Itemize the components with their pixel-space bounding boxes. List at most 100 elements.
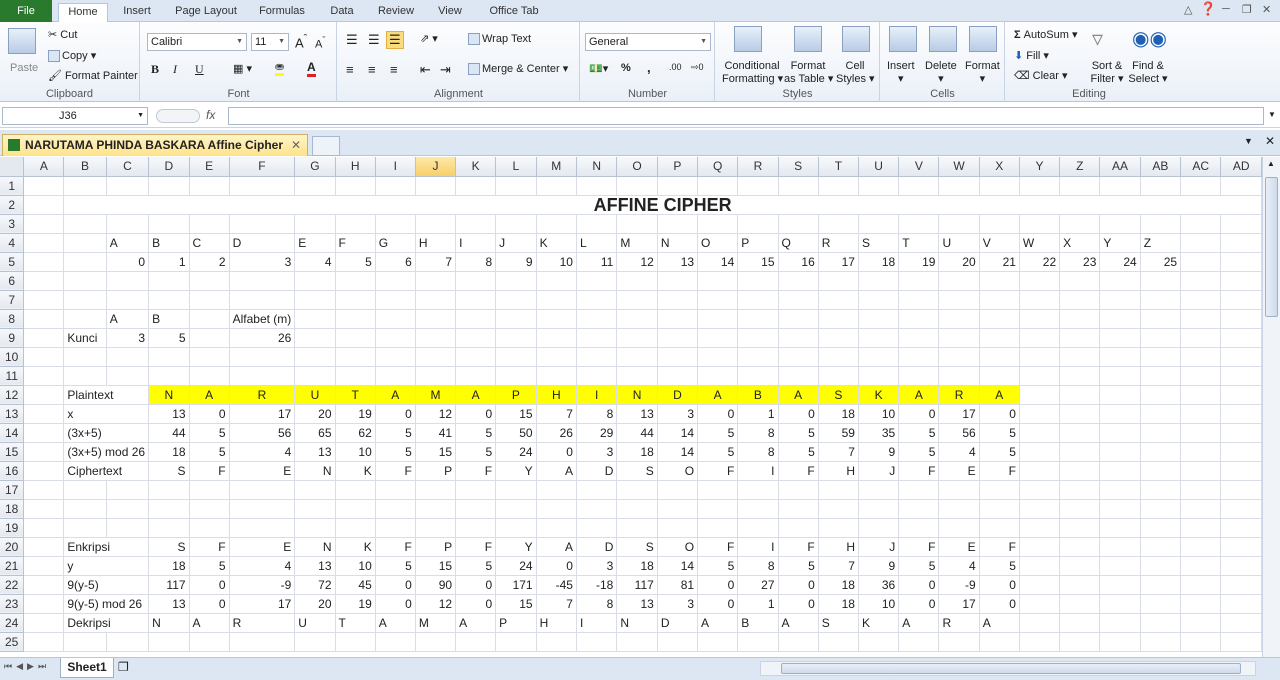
cell[interactable] — [106, 366, 150, 386]
cell[interactable] — [1180, 537, 1222, 557]
cell[interactable] — [818, 309, 859, 329]
cell[interactable] — [335, 366, 376, 386]
cell[interactable] — [858, 632, 900, 652]
cell[interactable] — [1180, 632, 1222, 652]
column-header[interactable]: U — [858, 157, 900, 177]
cell[interactable] — [536, 632, 577, 652]
cell[interactable]: I — [576, 385, 618, 405]
column-header[interactable]: K — [455, 157, 497, 177]
column-header[interactable]: J — [415, 157, 457, 177]
cell[interactable] — [1019, 404, 1061, 424]
cell[interactable]: A — [979, 613, 1020, 633]
cell[interactable]: 17 — [938, 594, 980, 614]
cell[interactable]: 56 — [229, 423, 296, 443]
cell[interactable] — [23, 233, 65, 253]
cell[interactable]: 23 — [1059, 252, 1101, 272]
cell[interactable] — [1220, 328, 1262, 348]
cell[interactable]: 0 — [375, 594, 416, 614]
cell[interactable]: 5 — [455, 423, 497, 443]
cell[interactable]: 5 — [898, 556, 940, 576]
column-header[interactable]: AD — [1220, 157, 1262, 177]
cell[interactable] — [737, 347, 779, 367]
cell[interactable] — [415, 309, 457, 329]
cell[interactable] — [1059, 632, 1101, 652]
cell[interactable] — [898, 632, 940, 652]
insert-button[interactable]: Insert ▾ — [887, 60, 915, 85]
cell[interactable] — [576, 214, 618, 234]
cell[interactable] — [1220, 632, 1262, 652]
cell[interactable]: 19 — [335, 594, 376, 614]
cell[interactable] — [1019, 309, 1061, 329]
column-header[interactable]: C — [106, 157, 150, 177]
cell[interactable] — [148, 518, 190, 538]
cell[interactable] — [1140, 537, 1182, 557]
cell[interactable]: 5 — [778, 423, 819, 443]
cell[interactable]: 3 — [576, 442, 618, 462]
cell[interactable] — [616, 480, 658, 500]
scroll-up-icon[interactable]: ▲ — [1267, 159, 1275, 168]
cell[interactable] — [616, 214, 658, 234]
cell[interactable]: Dekripsi — [63, 613, 150, 633]
cell[interactable]: J — [858, 537, 900, 557]
cell[interactable] — [1099, 366, 1141, 386]
insert-sheet-icon[interactable]: ❐ — [118, 660, 129, 674]
cell[interactable] — [576, 347, 618, 367]
cell[interactable]: F — [335, 233, 376, 253]
column-header[interactable]: A — [23, 157, 65, 177]
cell[interactable] — [335, 518, 376, 538]
tab-office-tab[interactable]: Office Tab — [480, 3, 548, 22]
cell[interactable]: D — [657, 613, 699, 633]
cell[interactable] — [1140, 594, 1182, 614]
cell[interactable] — [1220, 404, 1262, 424]
cell[interactable] — [737, 518, 779, 538]
cell[interactable]: S — [616, 461, 658, 481]
cell[interactable] — [778, 176, 819, 196]
expand-formula-icon[interactable]: ▼ — [1268, 110, 1276, 119]
cell[interactable] — [1220, 214, 1262, 234]
cell[interactable]: 5 — [189, 442, 230, 462]
cell[interactable] — [23, 347, 65, 367]
cell[interactable] — [294, 214, 336, 234]
cell[interactable]: 7 — [536, 594, 577, 614]
cell[interactable] — [455, 499, 497, 519]
cell[interactable] — [737, 328, 779, 348]
name-box[interactable]: J36 ▼ — [2, 107, 148, 125]
cell[interactable] — [1140, 404, 1182, 424]
cell[interactable] — [536, 176, 577, 196]
delete-button[interactable]: Delete ▾ — [925, 60, 957, 85]
cell[interactable]: 5 — [898, 423, 940, 443]
cell[interactable] — [938, 271, 980, 291]
cell[interactable] — [148, 499, 190, 519]
cell[interactable] — [1220, 518, 1262, 538]
cell[interactable] — [189, 328, 230, 348]
cell[interactable]: 4 — [938, 556, 980, 576]
cell[interactable] — [697, 480, 739, 500]
cell[interactable] — [335, 271, 376, 291]
cell[interactable] — [657, 328, 699, 348]
cell[interactable] — [63, 309, 107, 329]
sort-filter-button[interactable]: Sort & Filter ▾ — [1088, 60, 1126, 85]
row-header[interactable]: 12 — [0, 385, 25, 405]
column-header[interactable]: Z — [1059, 157, 1101, 177]
cell[interactable]: 18 — [616, 556, 658, 576]
cell[interactable] — [697, 309, 739, 329]
cell[interactable] — [1019, 442, 1061, 462]
cell[interactable]: 18 — [818, 404, 859, 424]
cell[interactable]: 5 — [979, 442, 1020, 462]
cell[interactable] — [1220, 537, 1262, 557]
cell[interactable] — [1059, 214, 1101, 234]
find-select-button[interactable]: Find & Select ▾ — [1128, 60, 1168, 85]
cell[interactable]: x — [63, 404, 150, 424]
cell[interactable] — [616, 347, 658, 367]
cell[interactable] — [1019, 214, 1061, 234]
cell[interactable]: AFFINE CIPHER — [63, 195, 1262, 215]
currency-icon[interactable]: 💵▾ — [589, 62, 608, 75]
row-header[interactable]: 11 — [0, 366, 25, 386]
row-header[interactable]: 15 — [0, 442, 25, 462]
cell[interactable] — [415, 632, 457, 652]
cell[interactable] — [616, 176, 658, 196]
cell[interactable]: 15 — [495, 404, 537, 424]
clear-button[interactable]: ⌫ Clear ▾ — [1014, 69, 1068, 82]
cell[interactable] — [1220, 442, 1262, 462]
cell[interactable] — [23, 214, 65, 234]
